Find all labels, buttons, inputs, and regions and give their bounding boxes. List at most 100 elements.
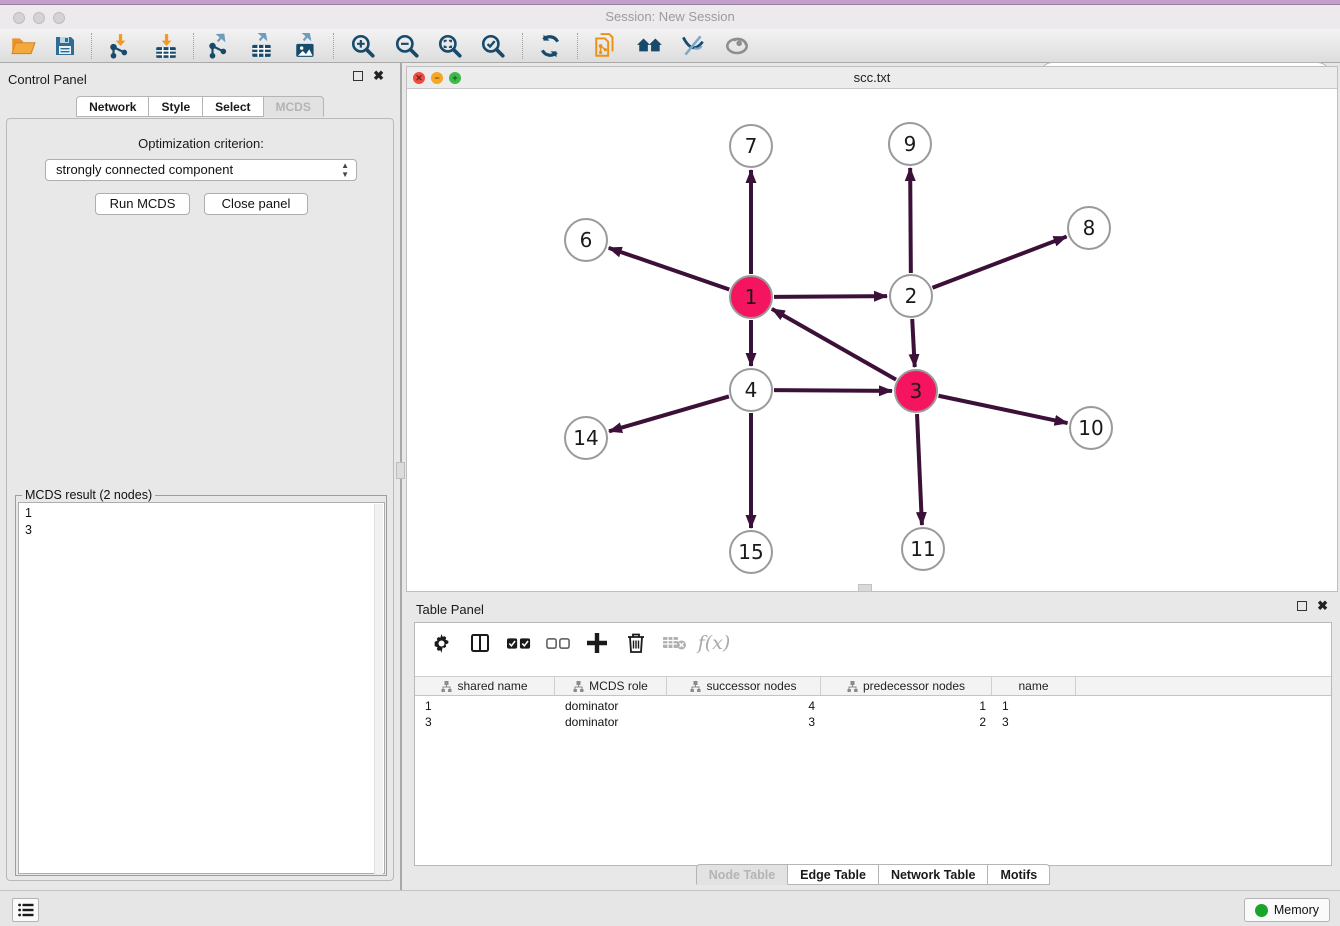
column-header-name[interactable]: name [992, 677, 1076, 695]
window-minimize-button[interactable] [33, 11, 45, 29]
horizontal-splitter-handle[interactable] [858, 584, 872, 592]
split-view-icon[interactable] [468, 631, 492, 655]
refresh-icon[interactable] [535, 32, 565, 60]
net-zoom-button[interactable]: + [449, 72, 461, 84]
memory-button[interactable]: Memory [1244, 898, 1330, 922]
export-network-icon[interactable] [204, 32, 234, 60]
edge-3-11[interactable] [917, 414, 922, 525]
zoom-out-icon[interactable] [392, 32, 422, 60]
table-panel-tabs: Node TableEdge TableNetwork TableMotifs [406, 864, 1340, 886]
column-header-shared-name[interactable]: shared name [415, 677, 555, 695]
node-14[interactable]: 14 [565, 417, 607, 459]
run-mcds-button[interactable]: Run MCDS [95, 193, 190, 215]
node-label-8: 8 [1083, 216, 1096, 240]
column-header-predecessor-nodes[interactable]: predecessor nodes [821, 677, 992, 695]
optimization-criterion-label: Optimization criterion: [7, 136, 395, 151]
show-selection-icon[interactable] [722, 32, 752, 60]
node-4[interactable]: 4 [730, 369, 772, 411]
vertical-splitter-handle[interactable] [396, 462, 405, 479]
mcds-result-lines: 1 3 [19, 503, 384, 539]
table-row[interactable]: 1dominator411 [415, 698, 1331, 714]
node-label-9: 9 [904, 132, 917, 156]
criterion-dropdown[interactable]: strongly connected component ▲▼ [45, 159, 357, 181]
node-8[interactable]: 8 [1068, 207, 1110, 249]
attribute-icon [847, 681, 858, 692]
table-row[interactable]: 3dominator323 [415, 714, 1331, 730]
tab-motifs[interactable]: Motifs [988, 864, 1050, 885]
node-label-15: 15 [738, 540, 763, 564]
table-settings-icon[interactable] [429, 631, 453, 655]
import-table-icon[interactable] [151, 32, 181, 60]
window-title: Session: New Session [0, 5, 1340, 29]
open-file-icon[interactable] [8, 32, 38, 60]
function-builder-icon[interactable]: f(x) [702, 631, 726, 655]
net-close-button[interactable]: ✕ [413, 72, 425, 84]
tab-style[interactable]: Style [149, 96, 203, 117]
undock-table-panel-icon[interactable] [1297, 601, 1307, 611]
node-label-7: 7 [745, 134, 758, 158]
tab-node-table[interactable]: Node Table [696, 864, 788, 885]
undock-panel-icon[interactable] [353, 71, 363, 81]
close-panel-button[interactable]: Close panel [204, 193, 308, 215]
edge-2-8[interactable] [932, 237, 1066, 288]
node-11[interactable]: 11 [902, 528, 944, 570]
network-graph-canvas[interactable]: 7 9 6 8 1 2 4 3 14 10 15 11 [407, 89, 1337, 591]
select-all-checkbox-icon[interactable] [507, 631, 531, 655]
node-1[interactable]: 1 [730, 276, 772, 318]
edge-3-1[interactable] [772, 309, 896, 380]
add-column-icon[interactable] [585, 631, 609, 655]
tab-network[interactable]: Network [76, 96, 149, 117]
zoom-fit-icon[interactable] [435, 32, 465, 60]
node-7[interactable]: 7 [730, 125, 772, 167]
node-15[interactable]: 15 [730, 531, 772, 573]
zoom-in-icon[interactable] [348, 32, 378, 60]
node-table-view: f(x) shared nameMCDS rolesuccessor nodes… [414, 622, 1332, 866]
status-bar: Memory [0, 890, 1340, 926]
node-label-4: 4 [745, 378, 758, 402]
tab-select[interactable]: Select [203, 96, 263, 117]
column-header-successor-nodes[interactable]: successor nodes [667, 677, 821, 695]
net-minimize-button[interactable]: − [431, 72, 443, 84]
task-history-button[interactable] [12, 898, 39, 922]
tab-network-table[interactable]: Network Table [879, 864, 989, 885]
node-10[interactable]: 10 [1070, 407, 1112, 449]
cell-successor-nodes: 3 [667, 714, 821, 730]
mcds-result-textarea[interactable]: 1 3 [18, 502, 385, 874]
node-9[interactable]: 9 [889, 123, 931, 165]
export-image-icon[interactable] [291, 32, 321, 60]
window-zoom-button[interactable] [53, 11, 65, 29]
deselect-all-checkbox-icon[interactable] [546, 631, 570, 655]
memory-label: Memory [1274, 903, 1319, 917]
column-header-MCDS-role[interactable]: MCDS role [555, 677, 667, 695]
node-6[interactable]: 6 [565, 219, 607, 261]
zoom-selected-icon[interactable] [478, 32, 508, 60]
edge-4-14[interactable] [609, 396, 729, 431]
edge-4-3[interactable] [774, 390, 892, 391]
edge-2-9[interactable] [910, 168, 911, 273]
mcds-result-scrollbar[interactable] [374, 504, 383, 874]
hide-selection-icon[interactable] [678, 32, 708, 60]
main-toolbar [0, 29, 1340, 63]
cell-name: 3 [992, 714, 1076, 730]
export-table-icon[interactable] [247, 32, 277, 60]
edge-1-2[interactable] [774, 296, 887, 297]
clone-network-icon[interactable] [591, 32, 621, 60]
clear-table-icon[interactable] [663, 631, 687, 655]
window-close-button[interactable] [13, 11, 25, 29]
attribute-icon [573, 681, 584, 692]
edge-1-6[interactable] [609, 248, 730, 290]
node-2[interactable]: 2 [890, 275, 932, 317]
import-network-icon[interactable] [105, 32, 135, 60]
delete-column-icon[interactable] [624, 631, 648, 655]
control-panel: Control Panel ✖ NetworkStyleSelectMCDS O… [0, 63, 400, 890]
save-session-icon[interactable] [50, 32, 80, 60]
close-table-panel-icon[interactable]: ✖ [1317, 601, 1328, 611]
attribute-icon [690, 681, 701, 692]
node-3[interactable]: 3 [895, 370, 937, 412]
show-all-networks-icon[interactable] [635, 32, 665, 60]
tab-edge-table[interactable]: Edge Table [788, 864, 879, 885]
edge-3-10[interactable] [939, 396, 1068, 423]
edge-2-3[interactable] [912, 319, 915, 367]
tab-mcds[interactable]: MCDS [264, 96, 324, 117]
close-panel-icon[interactable]: ✖ [373, 71, 384, 81]
